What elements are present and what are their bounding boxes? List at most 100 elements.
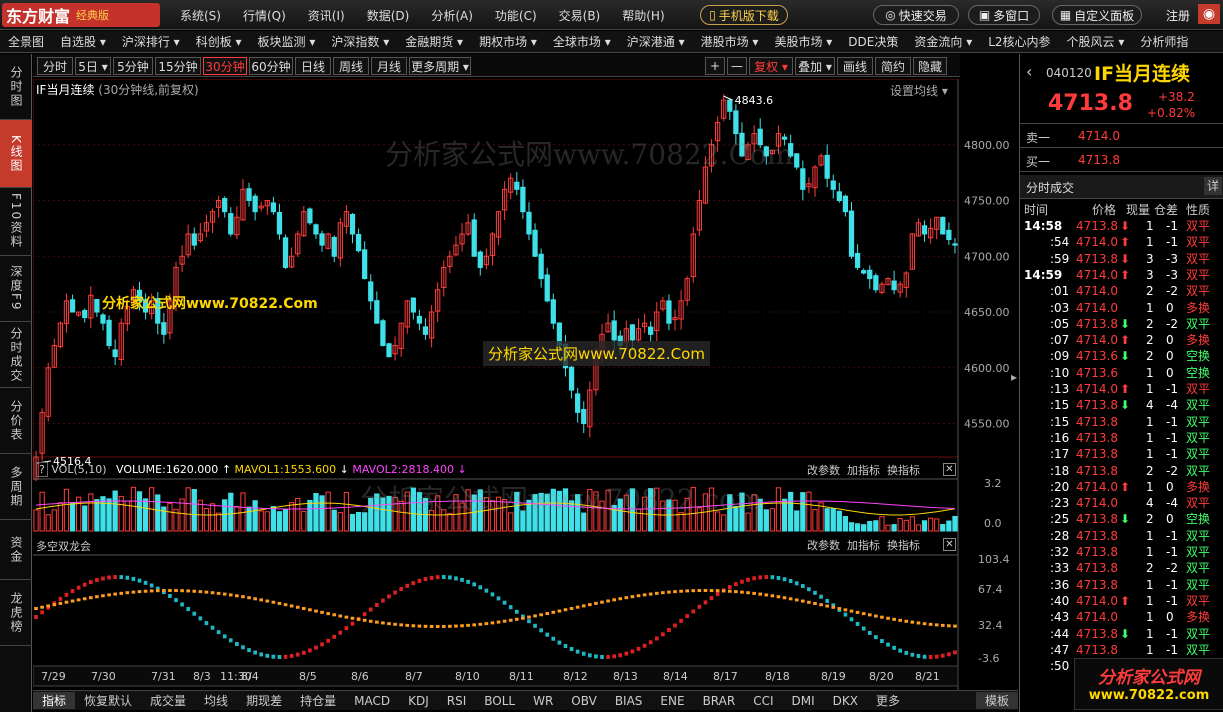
menu-item[interactable]: 交易(B) xyxy=(559,7,601,24)
nav-item[interactable]: 全球市场 ▾ xyxy=(545,33,619,50)
left-tab[interactable]: K线图 xyxy=(0,120,32,188)
left-tab[interactable]: 龙虎榜 xyxy=(0,580,32,646)
indicator-tab[interactable]: BOLL xyxy=(475,694,524,708)
period-button[interactable]: 日线 xyxy=(295,57,331,75)
add-indicator-button[interactable]: 加指标 xyxy=(847,464,880,477)
indicator-tab[interactable]: 指标 xyxy=(33,692,76,709)
period-button[interactable]: 5日 ▾ xyxy=(75,57,111,75)
left-tab[interactable]: 多周期 xyxy=(0,454,32,520)
detail-button[interactable]: 详 xyxy=(1204,177,1222,195)
left-tab[interactable]: 分时图 xyxy=(0,54,32,120)
period-button[interactable]: 周线 xyxy=(333,57,369,75)
account-icon[interactable]: ◉ xyxy=(1198,4,1220,24)
set-ma-button[interactable]: 设置均线 ▾ xyxy=(890,82,948,99)
indicator-tab[interactable]: 期现差 xyxy=(237,692,291,709)
tool-button[interactable]: 隐藏 xyxy=(913,57,947,75)
nav-item[interactable]: 自选股 ▾ xyxy=(52,33,114,50)
switch-indicator-button[interactable]: 换指标 xyxy=(887,539,920,552)
nav-item[interactable]: 沪深港通 ▾ xyxy=(619,33,693,50)
nav-item[interactable]: 港股市场 ▾ xyxy=(693,33,767,50)
nav-item[interactable]: 沪深排行 ▾ xyxy=(114,33,188,50)
nav-item[interactable]: 沪深指数 ▾ xyxy=(323,33,397,50)
trade-nature: 双平 xyxy=(1186,267,1211,282)
close-icon[interactable]: ✕ xyxy=(943,463,956,476)
indicator-tab[interactable]: MACD xyxy=(345,694,399,708)
indicator-tab[interactable]: WR xyxy=(524,694,562,708)
indicator-tab[interactable]: 持仓量 xyxy=(291,692,345,709)
nav-item[interactable]: 个股风云 ▾ xyxy=(1059,33,1133,50)
left-tab[interactable]: 深度F9 xyxy=(0,256,32,322)
template-button[interactable]: 模板 xyxy=(975,692,1018,709)
period-button[interactable]: 60分钟 xyxy=(249,57,293,75)
nav-item[interactable]: 资金流向 ▾ xyxy=(906,33,980,50)
trade-list[interactable]: 14:58 4713.8 ⬇ 1 -1 双平:54 4714.0 ⬆ 1 -1 双平:59 4713.… xyxy=(1020,218,1223,712)
period-button[interactable]: 分时 xyxy=(37,57,73,75)
indicator-tab[interactable]: DMI xyxy=(783,694,824,708)
indicator-tab[interactable]: ENE xyxy=(651,694,693,708)
ind-dash xyxy=(101,594,105,598)
nav-item[interactable]: 分析师指 xyxy=(1132,33,1196,50)
menu-item[interactable]: 功能(C) xyxy=(495,7,537,24)
tool-button[interactable]: 复权 ▾ xyxy=(749,57,793,75)
indicator-tab[interactable]: 均线 xyxy=(195,692,237,709)
left-tab[interactable]: 资金 xyxy=(0,520,32,580)
mobile-download-button[interactable]: ▯ 手机版下载 xyxy=(700,5,788,25)
nav-item[interactable]: 期权市场 ▾ xyxy=(471,33,545,50)
indicator-tab[interactable]: CCI xyxy=(744,694,782,708)
left-tab[interactable]: 分价表 xyxy=(0,388,32,454)
nav-item[interactable]: L2核心内参 xyxy=(980,33,1058,50)
collapse-icon[interactable]: ? xyxy=(36,462,48,477)
ind-dash xyxy=(874,635,878,640)
indicator-tab[interactable]: BIAS xyxy=(606,694,652,708)
indicator-tab[interactable]: RSI xyxy=(438,694,476,708)
tool-button[interactable]: — xyxy=(727,57,747,75)
chevron-left-icon[interactable]: ‹ xyxy=(1026,62,1032,81)
period-button[interactable]: 月线 xyxy=(371,57,407,75)
edit-params-button[interactable]: 改参数 xyxy=(807,539,840,552)
indicator-tab[interactable]: 恢复默认 xyxy=(75,692,141,709)
indicator-tab[interactable]: KDJ xyxy=(399,694,438,708)
nav-item[interactable]: 金融期货 ▾ xyxy=(397,33,471,50)
ind-dash xyxy=(843,608,848,612)
period-button[interactable]: 15分钟 xyxy=(155,57,201,75)
menu-item[interactable]: 分析(A) xyxy=(431,7,473,24)
close-icon[interactable]: ✕ xyxy=(943,538,956,551)
menu-item[interactable]: 系统(S) xyxy=(180,7,221,24)
menu-item[interactable]: 行情(Q) xyxy=(243,7,286,24)
register-link[interactable]: 注册 xyxy=(1166,7,1190,24)
volume-bar xyxy=(879,516,885,532)
left-tab[interactable]: 分时成交 xyxy=(0,322,32,388)
period-button[interactable]: 5分钟 xyxy=(113,57,153,75)
menu-item[interactable]: 资讯(I) xyxy=(308,7,345,24)
nav-item[interactable]: 全景图 xyxy=(0,33,52,50)
tool-button[interactable]: + xyxy=(705,57,725,75)
switch-indicator-button[interactable]: 换指标 xyxy=(887,464,920,477)
menu-item[interactable]: 帮助(H) xyxy=(622,7,664,24)
period-button[interactable]: 30分钟 xyxy=(203,57,247,75)
collapse-panel-icon[interactable]: ▸ xyxy=(1011,370,1017,384)
nav-item[interactable]: 美股市场 ▾ xyxy=(766,33,840,50)
nav-item[interactable]: DDE决策 xyxy=(840,33,906,50)
ind-tick-label: 67.4 xyxy=(978,583,1003,596)
add-indicator-button[interactable]: 加指标 xyxy=(847,539,880,552)
custom-panel-button[interactable]: ▦ 自定义面板 xyxy=(1052,5,1142,25)
multi-window-button[interactable]: ▣ 多窗口 xyxy=(968,5,1040,25)
indicator-tab[interactable]: 成交量 xyxy=(141,692,195,709)
quick-trade-button[interactable]: ◎ 快速交易 xyxy=(873,5,959,25)
edit-params-button[interactable]: 改参数 xyxy=(807,464,840,477)
trade-price: 4714.0 xyxy=(1076,479,1118,494)
nav-item[interactable]: 科创板 ▾ xyxy=(188,33,250,50)
menu-item[interactable]: 数据(D) xyxy=(367,7,410,24)
tool-button[interactable]: 简约 xyxy=(875,57,911,75)
left-tab[interactable]: F10资料 xyxy=(0,188,32,256)
tool-button[interactable]: 画线 xyxy=(837,57,873,75)
indicator-tab[interactable]: DKX xyxy=(824,694,867,708)
period-button[interactable]: 更多周期 ▾ xyxy=(409,57,471,75)
nav-item[interactable]: 板块监测 ▾ xyxy=(250,33,324,50)
volume-bar xyxy=(100,496,106,532)
volume-bar xyxy=(63,488,70,532)
indicator-tab[interactable]: BRAR xyxy=(694,694,745,708)
indicator-tab[interactable]: OBV xyxy=(562,694,606,708)
tool-button[interactable]: 叠加 ▾ xyxy=(795,57,835,75)
indicator-tab[interactable]: 更多 xyxy=(867,692,909,709)
